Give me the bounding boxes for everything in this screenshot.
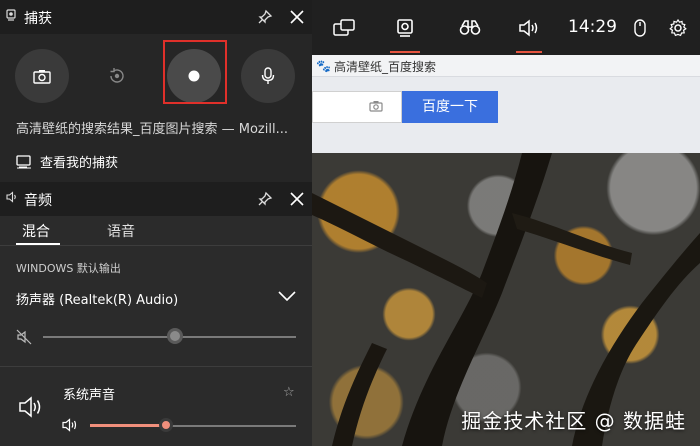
view-captures-link[interactable]: 查看我的捕获 bbox=[16, 152, 118, 171]
audio-panel-header: 音频 bbox=[0, 182, 312, 216]
wallpaper-image: 掘金技术社区 @ 数据蛙 bbox=[312, 153, 700, 446]
tab-mix[interactable]: 混合 bbox=[22, 221, 50, 241]
record-highlight-box bbox=[163, 40, 227, 104]
game-bar-topbar: 14:29 bbox=[312, 0, 700, 55]
browser-tab-title: 高清壁纸_百度搜索 bbox=[334, 60, 437, 74]
speaker-small-icon[interactable] bbox=[62, 418, 78, 432]
pin-icon bbox=[258, 191, 273, 206]
gallery-icon bbox=[16, 154, 31, 168]
browser-page: 🐾 高清壁纸_百度搜索 百度一下 bbox=[312, 55, 700, 153]
system-volume-fill bbox=[90, 424, 167, 427]
tab-voice[interactable]: 语音 bbox=[107, 221, 135, 241]
capture-small-icon bbox=[6, 9, 16, 24]
performance-widget-button[interactable] bbox=[450, 0, 490, 55]
microphone-icon bbox=[261, 67, 275, 84]
active-underline bbox=[516, 51, 542, 53]
system-sound-label: 系统声音 bbox=[63, 388, 116, 403]
audio-panel: 音频 混合 语音 WINDOWS 默认输出 扬声器 (Realtek(R) Au… bbox=[0, 182, 312, 446]
speaker-small-icon bbox=[6, 191, 18, 206]
output-device-label[interactable]: 扬声器 (Realtek(R) Audio) bbox=[16, 289, 178, 308]
microphone-button[interactable] bbox=[241, 49, 295, 103]
capture-panel-header: 捕获 bbox=[0, 0, 312, 34]
record-last-icon bbox=[110, 68, 124, 83]
pin-button[interactable] bbox=[253, 187, 277, 211]
favorite-star-icon[interactable]: ☆ bbox=[283, 385, 295, 400]
search-input[interactable] bbox=[312, 91, 402, 123]
audio-panel-title: 音频 bbox=[24, 193, 52, 209]
close-icon bbox=[290, 10, 304, 24]
close-icon bbox=[290, 192, 304, 206]
pin-button[interactable] bbox=[253, 5, 277, 29]
browser-tab[interactable]: 🐾 高清壁纸_百度搜索 bbox=[312, 55, 700, 77]
widget-icon bbox=[333, 18, 355, 36]
pin-icon bbox=[258, 9, 273, 24]
screenshot-button[interactable] bbox=[15, 49, 69, 103]
clock-time: 14:29 bbox=[568, 17, 617, 37]
active-tab-underline bbox=[16, 243, 60, 245]
baidu-search-button[interactable]: 百度一下 bbox=[402, 91, 498, 123]
settings-button[interactable] bbox=[666, 0, 690, 55]
close-button[interactable] bbox=[285, 187, 309, 211]
output-section-label: WINDOWS 默认输出 bbox=[16, 262, 121, 275]
capture-icon bbox=[397, 18, 413, 37]
capture-window-title: 高清壁纸的搜索结果_百度图片搜索 — Mozill... bbox=[16, 122, 288, 137]
capture-widget-button[interactable] bbox=[382, 0, 428, 55]
close-button[interactable] bbox=[285, 5, 309, 29]
camera-search-icon[interactable] bbox=[369, 100, 383, 116]
watermark-text: 掘金技术社区 @ 数据蛙 bbox=[461, 409, 686, 433]
active-underline bbox=[390, 51, 420, 53]
section-divider bbox=[0, 366, 312, 367]
record-last-button[interactable] bbox=[90, 49, 144, 103]
system-volume-thumb[interactable] bbox=[159, 418, 174, 432]
capture-panel: 捕获 高清壁纸的搜索结果_百度图片搜索 — Mozill... 查看我的捕获 bbox=[0, 0, 312, 182]
chevron-down-icon[interactable] bbox=[278, 291, 296, 301]
audio-icon bbox=[519, 18, 538, 37]
binoculars-icon bbox=[459, 19, 481, 35]
audio-widget-button[interactable] bbox=[508, 0, 550, 55]
speaker-muted-icon[interactable] bbox=[16, 329, 32, 345]
camera-icon bbox=[33, 69, 51, 84]
gear-icon bbox=[669, 18, 687, 36]
audio-tabs: 混合 语音 bbox=[0, 216, 312, 246]
mouse-icon bbox=[634, 18, 646, 37]
speaker-icon bbox=[19, 396, 41, 418]
baidu-paw-icon: 🐾 bbox=[316, 59, 331, 73]
view-captures-label: 查看我的捕获 bbox=[40, 156, 119, 171]
master-volume-thumb[interactable] bbox=[166, 328, 183, 344]
mouse-settings-button[interactable] bbox=[628, 0, 652, 55]
widget-menu-button[interactable] bbox=[327, 0, 361, 55]
capture-panel-title: 捕获 bbox=[24, 11, 52, 27]
